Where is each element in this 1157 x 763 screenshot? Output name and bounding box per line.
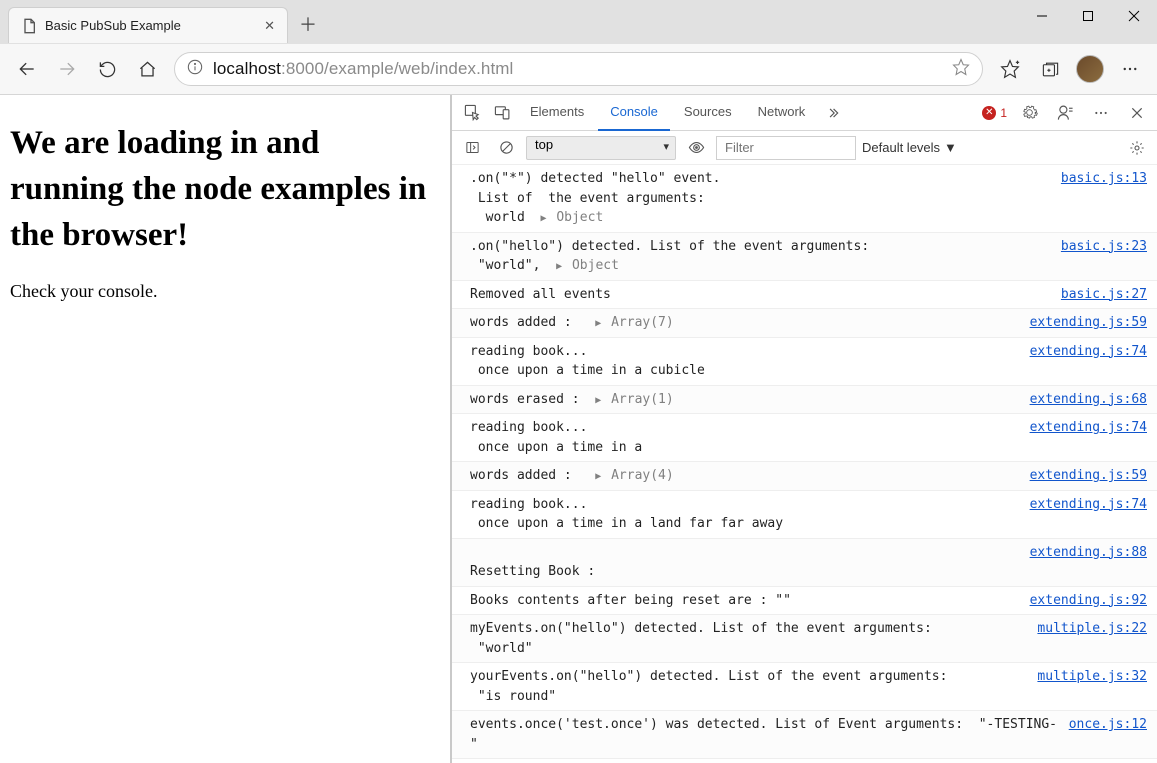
tab-close-icon[interactable]: ✕	[264, 18, 275, 34]
console-log-row[interactable]: words added : ▶ Array(7) extending.js:59	[452, 309, 1157, 338]
devtools-close-icon[interactable]	[1123, 99, 1151, 127]
tab-console[interactable]: Console	[598, 95, 670, 131]
window-maximize-button[interactable]	[1065, 0, 1111, 32]
devtools-settings-icon[interactable]	[1015, 99, 1043, 127]
site-info-icon[interactable]	[187, 59, 203, 80]
console-message: Books contents after being reset are : "…	[470, 591, 1022, 611]
console-message: reading book... once upon a time in a	[470, 418, 1022, 457]
page-subtext: Check your console.	[10, 281, 440, 302]
console-log-row[interactable]: reading book... once upon a time in aext…	[452, 414, 1157, 462]
profile-avatar[interactable]	[1071, 50, 1109, 88]
console-source-link[interactable]: multiple.js:22	[1037, 619, 1147, 658]
console-log-row[interactable]: yourEvents.on("hello") detected. List of…	[452, 663, 1157, 711]
console-message: words erased : ▶ Array(1)	[470, 390, 1022, 410]
console-log-row[interactable]: reading book... once upon a time in a la…	[452, 491, 1157, 539]
console-message: words added : ▶ Array(4)	[470, 466, 1022, 486]
execution-context-select[interactable]: top	[526, 136, 676, 160]
console-log-row[interactable]: Books contents after being reset are : "…	[452, 587, 1157, 616]
console-log-row[interactable]: myEvents.on("hello") detected. List of t…	[452, 615, 1157, 663]
console-source-link[interactable]: extending.js:74	[1030, 342, 1147, 381]
filter-input[interactable]	[716, 136, 856, 160]
nav-refresh-button[interactable]	[88, 50, 126, 88]
favicon-file-icon	[21, 18, 37, 34]
console-log-row[interactable]: events.once('test.once') was detected. L…	[452, 711, 1157, 759]
favorites-button[interactable]	[991, 50, 1029, 88]
console-source-link[interactable]: basic.js:13	[1061, 169, 1147, 228]
console-toolbar: top Default levels▼	[452, 131, 1157, 165]
nav-forward-button[interactable]	[48, 50, 86, 88]
console-log-row[interactable]: Resetting Book :extending.js:88	[452, 539, 1157, 587]
console-message: Removed all events	[470, 285, 1053, 305]
error-dot-icon: ✕	[982, 106, 996, 120]
log-levels-select[interactable]: Default levels▼	[862, 140, 957, 155]
page-heading: We are loading in and running the node e…	[10, 120, 440, 259]
console-message: yourEvents.on("hello") detected. List of…	[470, 667, 1029, 706]
window-close-button[interactable]	[1111, 0, 1157, 32]
console-message: .on("hello") detected. List of the event…	[470, 237, 1053, 276]
error-count: 1	[1000, 106, 1007, 120]
tab-elements[interactable]: Elements	[518, 95, 596, 131]
console-source-link[interactable]: extending.js:74	[1030, 418, 1147, 457]
clear-console-icon[interactable]	[492, 134, 520, 162]
browser-menu-button[interactable]	[1111, 50, 1149, 88]
console-source-link[interactable]: extending.js:68	[1030, 390, 1147, 410]
console-source-link[interactable]: extending.js:92	[1030, 591, 1147, 611]
error-badge[interactable]: ✕ 1	[982, 106, 1007, 120]
console-log-row[interactable]: words added : ▶ Array(4) extending.js:59	[452, 462, 1157, 491]
console-log-row[interactable]: words erased : ▶ Array(1) extending.js:68	[452, 386, 1157, 415]
window-minimize-button[interactable]	[1019, 0, 1065, 32]
browser-toolbar: localhost:8000/example/web/index.html	[0, 44, 1157, 95]
console-message: .on("*") detected "hello" event. List of…	[470, 169, 1053, 228]
address-bar[interactable]: localhost:8000/example/web/index.html	[174, 52, 983, 86]
devtools-tabbar: Elements Console Sources Network ✕ 1	[452, 95, 1157, 131]
console-log-list[interactable]: .on("*") detected "hello" event. List of…	[452, 165, 1157, 763]
nav-home-button[interactable]	[128, 50, 166, 88]
more-tabs-icon[interactable]	[819, 99, 847, 127]
console-source-link[interactable]: basic.js:23	[1061, 237, 1147, 276]
collections-button[interactable]	[1031, 50, 1069, 88]
console-source-link[interactable]: extending.js:88	[1030, 543, 1147, 582]
tab-network[interactable]: Network	[746, 95, 818, 131]
nav-back-button[interactable]	[8, 50, 46, 88]
page-body: We are loading in and running the node e…	[0, 95, 450, 763]
devtools-panel: Elements Console Sources Network ✕ 1	[450, 95, 1157, 763]
new-tab-button[interactable]: ＋	[294, 10, 322, 38]
console-settings-icon[interactable]	[1123, 134, 1151, 162]
tab-sources[interactable]: Sources	[672, 95, 744, 131]
window-titlebar: Basic PubSub Example ✕ ＋	[0, 0, 1157, 44]
console-log-row[interactable]: reading book... once upon a time in a cu…	[452, 338, 1157, 386]
browser-tab[interactable]: Basic PubSub Example ✕	[8, 7, 288, 43]
console-source-link[interactable]: multiple.js:32	[1037, 667, 1147, 706]
console-source-link[interactable]: extending.js:74	[1030, 495, 1147, 534]
console-log-row[interactable]: .on("hello") detected. List of the event…	[452, 233, 1157, 281]
devtools-menu-icon[interactable]	[1087, 99, 1115, 127]
console-log-row[interactable]: .on("*") detected "hello" event. List of…	[452, 165, 1157, 233]
console-source-link[interactable]: basic.js:27	[1061, 285, 1147, 305]
device-toggle-icon[interactable]	[488, 99, 516, 127]
live-expression-icon[interactable]	[682, 134, 710, 162]
tab-title: Basic PubSub Example	[45, 18, 256, 33]
inspect-element-icon[interactable]	[458, 99, 486, 127]
favorite-icon[interactable]	[952, 58, 970, 81]
window-controls	[1019, 0, 1157, 32]
console-message: words added : ▶ Array(7)	[470, 313, 1022, 333]
console-message: events.once('test.once') was detected. L…	[470, 715, 1061, 754]
console-source-link[interactable]: extending.js:59	[1030, 313, 1147, 333]
console-message: reading book... once upon a time in a la…	[470, 495, 1022, 534]
console-message: myEvents.on("hello") detected. List of t…	[470, 619, 1029, 658]
url-text: localhost:8000/example/web/index.html	[213, 59, 513, 79]
console-message: reading book... once upon a time in a cu…	[470, 342, 1022, 381]
console-message: Resetting Book :	[470, 543, 1022, 582]
console-source-link[interactable]: extending.js:59	[1030, 466, 1147, 486]
feedback-icon[interactable]	[1051, 99, 1079, 127]
console-log-row[interactable]: Removed all events basic.js:27	[452, 281, 1157, 310]
console-source-link[interactable]: once.js:12	[1069, 715, 1147, 754]
console-sidebar-toggle-icon[interactable]	[458, 134, 486, 162]
